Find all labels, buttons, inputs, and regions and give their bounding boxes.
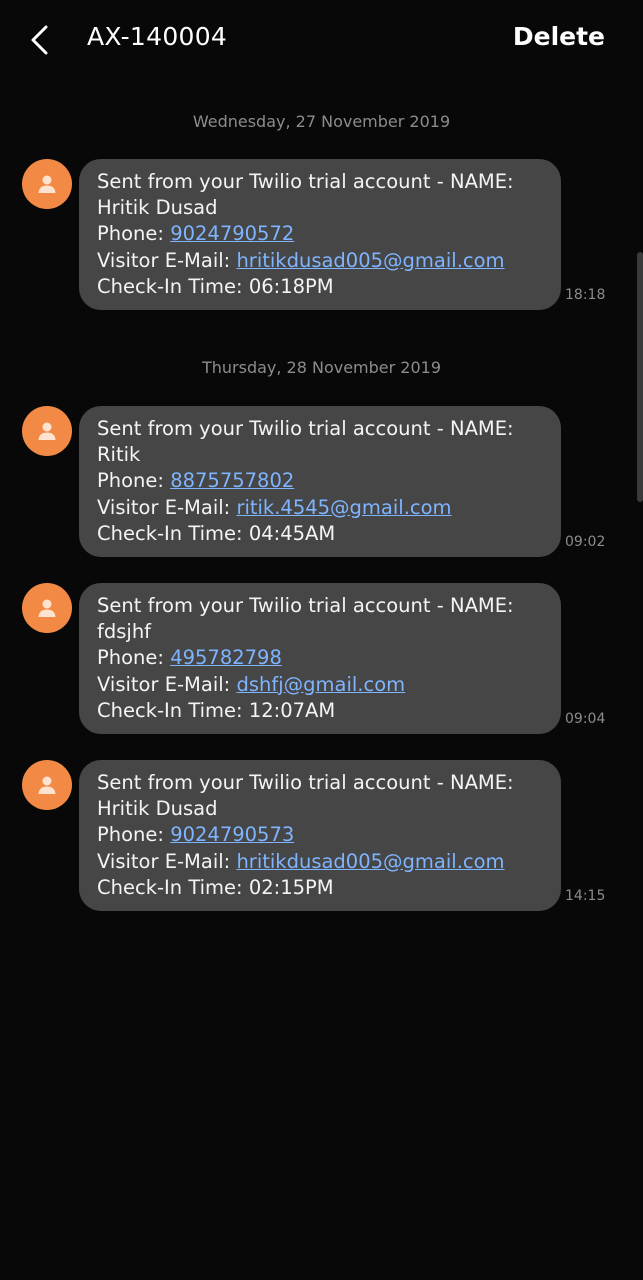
date-separator: Wednesday, 27 November 2019	[192, 112, 451, 131]
message-intro: Sent from your Twilio trial account - NA…	[97, 170, 514, 193]
message-time: 09:02	[565, 534, 606, 550]
message-bubble[interactable]: Sent from your Twilio trial account - NA…	[79, 159, 561, 311]
phone-label: Phone:	[97, 469, 171, 493]
message-time: 14:15	[565, 888, 606, 904]
email-link[interactable]: ritik.4545@gmail.com	[236, 496, 451, 519]
email-link[interactable]: dshfj@gmail.com	[236, 673, 405, 696]
message-bubble[interactable]: Sent from your Twilio trial account - NA…	[79, 583, 561, 735]
visitor-name: fdsjhf	[97, 620, 152, 644]
chevron-left-icon	[31, 25, 48, 55]
message-time: 18:18	[565, 287, 606, 303]
sender-avatar[interactable]	[22, 159, 72, 209]
scrollbar[interactable]	[637, 252, 643, 502]
message-time: 09:04	[565, 711, 606, 727]
message-bubble[interactable]: Sent from your Twilio trial account - NA…	[79, 760, 561, 912]
sender-avatar[interactable]	[22, 406, 72, 456]
phone-link[interactable]: 9024790573	[170, 823, 294, 846]
visitor-name: Hritik Dusad	[97, 196, 218, 220]
email-label: Visitor E-Mail:	[97, 495, 237, 519]
back-button[interactable]	[18, 18, 62, 62]
checkin-time: Check-In Time: 06:18PM	[97, 274, 334, 298]
app-header: AX-140004 Delete	[0, 0, 643, 80]
message-intro: Sent from your Twilio trial account - NA…	[97, 594, 514, 617]
delete-button[interactable]: Delete	[513, 22, 605, 51]
phone-label: Phone:	[97, 646, 171, 670]
message-intro: Sent from your Twilio trial account - NA…	[97, 417, 514, 440]
visitor-name: Hritik Dusad	[97, 797, 218, 821]
phone-label: Phone:	[97, 222, 171, 246]
email-label: Visitor E-Mail:	[97, 248, 237, 272]
phone-link[interactable]: 8875757802	[170, 469, 294, 492]
checkin-time: Check-In Time: 02:15PM	[97, 875, 334, 899]
message-intro: Sent from your Twilio trial account - NA…	[97, 771, 514, 794]
email-label: Visitor E-Mail:	[97, 849, 237, 873]
checkin-time: Check-In Time: 04:45AM	[97, 521, 336, 545]
person-icon	[38, 175, 56, 193]
email-label: Visitor E-Mail:	[97, 672, 237, 696]
phone-label: Phone:	[97, 823, 171, 847]
date-separator: Thursday, 28 November 2019	[201, 358, 442, 377]
message-bubble[interactable]: Sent from your Twilio trial account - NA…	[79, 406, 561, 558]
conversation-title: AX-140004	[87, 22, 228, 51]
email-link[interactable]: hritikdusad005@gmail.com	[236, 850, 504, 873]
phone-link[interactable]: 9024790572	[170, 222, 294, 245]
phone-link[interactable]: 495782798	[170, 646, 282, 669]
sender-avatar[interactable]	[22, 760, 72, 810]
visitor-name: Ritik	[97, 443, 141, 467]
sender-avatar[interactable]	[22, 583, 72, 633]
person-icon	[38, 776, 56, 794]
checkin-time: Check-In Time: 12:07AM	[97, 698, 336, 722]
person-icon	[38, 422, 56, 440]
email-link[interactable]: hritikdusad005@gmail.com	[236, 249, 504, 272]
person-icon	[38, 599, 56, 617]
